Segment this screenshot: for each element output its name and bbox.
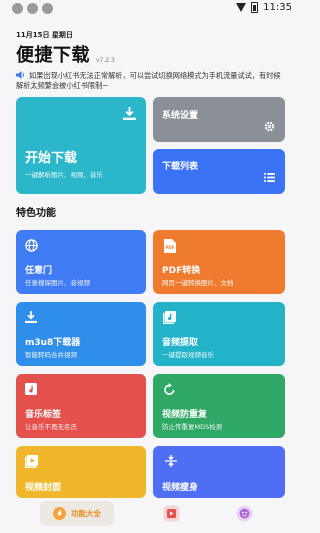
video-cover-icon bbox=[25, 455, 38, 468]
feature-label: 视频防重复 bbox=[162, 410, 208, 420]
feature-card-video-dedupe[interactable]: 视频防重复 防止传重复MD5检测 bbox=[153, 374, 285, 438]
feature-sub: 任意搜探图片、音视频 bbox=[25, 279, 90, 287]
svg-text:PDF: PDF bbox=[166, 245, 175, 250]
gear-icon bbox=[264, 121, 275, 132]
qq-icon bbox=[12, 3, 23, 14]
music-tag-icon bbox=[25, 383, 37, 395]
feature-label: m3u8下载器 bbox=[25, 338, 81, 348]
notification-icons bbox=[12, 3, 53, 14]
qq-icon bbox=[27, 3, 38, 14]
tab-features-label: 功能大全 bbox=[71, 509, 101, 518]
system-settings-label: 系统设置 bbox=[162, 111, 199, 121]
feature-sub: 让音乐不再无名氏 bbox=[25, 423, 77, 431]
feature-card-pdf[interactable]: PDF PDF转换 网页一键转换图片、文档 bbox=[153, 230, 285, 294]
feature-label: 任意门 bbox=[25, 266, 53, 276]
feature-sub: 一键提取视频音乐 bbox=[162, 351, 214, 359]
feature-card-m3u8[interactable]: m3u8下载器 智能转码合并视频 bbox=[16, 302, 146, 366]
tab-profile-icon[interactable] bbox=[236, 505, 253, 522]
battery-icon bbox=[251, 2, 259, 13]
qq-icon bbox=[42, 3, 53, 14]
tab-video-icon[interactable] bbox=[163, 505, 180, 522]
download-icon bbox=[123, 107, 136, 120]
system-settings-card[interactable]: 系统设置 bbox=[153, 97, 285, 142]
feature-label: 音乐标签 bbox=[25, 410, 62, 420]
globe-icon bbox=[25, 239, 38, 252]
feature-sub: 防止传重复MD5检测 bbox=[162, 423, 223, 431]
wifi-icon bbox=[236, 3, 247, 12]
page-title: 便捷下载 bbox=[16, 45, 90, 66]
notice-banner: 如果出现小红书无法正常解析，可以尝试切换网络模式为手机流量试试，有时候解析太频繁… bbox=[16, 71, 286, 91]
feature-label: 视频瘦身 bbox=[162, 483, 199, 493]
feature-card-video-cover[interactable]: 视频封面 bbox=[16, 446, 146, 498]
start-download-sub: 一键解析图片、视频、音乐 bbox=[25, 171, 103, 179]
status-time: 11:35 bbox=[263, 2, 292, 13]
start-download-label: 开始下载 bbox=[25, 151, 78, 166]
feature-sub: 网页一键转换图片、文档 bbox=[162, 279, 234, 287]
notice-text: 如果出现小红书无法正常解析，可以尝试切换网络模式为手机流量试试，有时候解析太频繁… bbox=[16, 71, 281, 90]
start-download-card[interactable]: 开始下载 一键解析图片、视频、音乐 bbox=[16, 97, 146, 194]
section-title: 特色功能 bbox=[16, 208, 56, 219]
version-label: v7.2.3 bbox=[96, 57, 115, 64]
feature-card-any-door[interactable]: 任意门 任意搜探图片、音视频 bbox=[16, 230, 146, 294]
download-icon bbox=[25, 311, 37, 323]
feature-label: 音频提取 bbox=[162, 338, 199, 348]
pdf-icon: PDF bbox=[164, 239, 176, 253]
flame-icon bbox=[53, 507, 66, 520]
status-bar: 11:35 bbox=[0, 0, 300, 18]
music-file-icon bbox=[163, 311, 176, 324]
list-icon bbox=[264, 173, 275, 182]
feature-card-music-tag[interactable]: 音乐标签 让音乐不再无名氏 bbox=[16, 374, 146, 438]
feature-card-video-compress[interactable]: 视频瘦身 bbox=[153, 446, 285, 498]
feature-sub: 智能转码合并视频 bbox=[25, 351, 77, 359]
tab-features[interactable]: 功能大全 bbox=[40, 501, 114, 526]
download-list-card[interactable]: 下载列表 bbox=[153, 149, 285, 194]
feature-card-audio-extract[interactable]: 音频提取 一键提取视频音乐 bbox=[153, 302, 285, 366]
feature-label: 视频封面 bbox=[25, 483, 62, 493]
speaker-icon bbox=[16, 71, 24, 79]
compress-icon bbox=[165, 455, 177, 467]
download-list-label: 下载列表 bbox=[162, 162, 199, 172]
feature-label: PDF转换 bbox=[162, 266, 201, 276]
refresh-icon bbox=[164, 383, 175, 395]
date-label: 11月15日 星期日 bbox=[16, 31, 73, 39]
